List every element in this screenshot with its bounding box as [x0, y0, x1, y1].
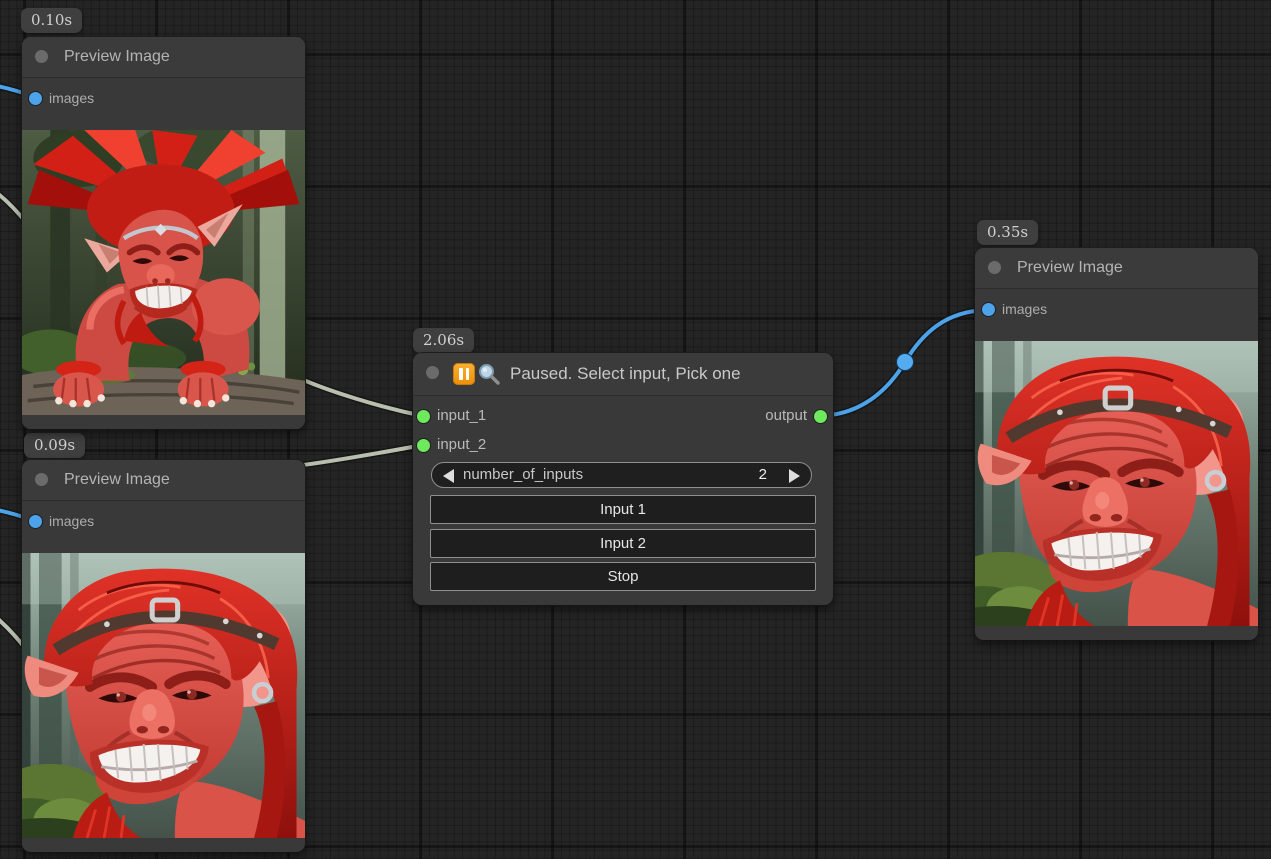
decrement-arrow-icon[interactable] [443, 469, 454, 483]
preview-image[interactable] [22, 130, 305, 415]
input-2-button[interactable]: Input 2 [430, 529, 816, 558]
preview-image[interactable] [22, 553, 305, 838]
node-graph-canvas[interactable]: 0.10s 0.09s 2.06s 0.35s Preview Image im… [0, 0, 1271, 859]
input-slot-label: input_2 [437, 436, 486, 453]
node-pick-one[interactable]: Paused. Select input, Pick one input_1 i… [413, 353, 833, 605]
node-preview-image-2[interactable]: Preview Image images [22, 460, 305, 852]
node-preview-image-1[interactable]: Preview Image images [22, 37, 305, 429]
input-slot-label: input_1 [437, 407, 486, 424]
input-1-button[interactable]: Input 1 [430, 495, 816, 524]
node-header[interactable]: Preview Image [22, 37, 305, 78]
execution-time-badge: 0.35s [977, 220, 1038, 245]
execution-time-badge: 0.10s [21, 8, 82, 33]
node-header[interactable]: Paused. Select input, Pick one [413, 353, 833, 396]
execution-time-badge: 0.09s [24, 433, 85, 458]
pause-icon [453, 363, 475, 385]
node-status-dot[interactable] [426, 366, 439, 379]
input-slot-input_1[interactable] [417, 410, 430, 423]
output-slot-output[interactable] [814, 410, 827, 423]
node-header[interactable]: Preview Image [975, 248, 1258, 289]
node-title: Preview Image [64, 37, 170, 77]
node-preview-image-3[interactable]: Preview Image images [975, 248, 1258, 640]
input-slot-label: images [1002, 301, 1047, 317]
node-footer [22, 838, 305, 852]
input-slot-images[interactable] [29, 515, 42, 528]
node-title: Paused. Select input, Pick one [510, 353, 741, 395]
node-title: Preview Image [64, 460, 170, 500]
preview-image[interactable] [975, 341, 1258, 626]
node-footer [975, 626, 1258, 640]
input-slot-label: images [49, 90, 94, 106]
node-header[interactable]: Preview Image [22, 460, 305, 501]
number-of-inputs-widget[interactable]: number_of_inputs 2 [431, 462, 812, 488]
output-slot-label: output [765, 407, 807, 424]
input-slot-label: images [49, 513, 94, 529]
node-status-dot[interactable] [988, 261, 1001, 274]
link-midpoint-dot[interactable] [897, 354, 914, 371]
execution-time-badge: 2.06s [413, 328, 474, 353]
node-status-dot[interactable] [35, 473, 48, 486]
node-status-dot[interactable] [35, 50, 48, 63]
magnifier-icon [477, 362, 501, 386]
node-title: Preview Image [1017, 248, 1123, 288]
increment-arrow-icon[interactable] [789, 469, 800, 483]
input-slot-images[interactable] [982, 303, 995, 316]
input-slot-input_2[interactable] [417, 439, 430, 452]
widget-label: number_of_inputs [463, 463, 583, 487]
node-footer [22, 415, 305, 429]
widget-value[interactable]: 2 [759, 463, 767, 487]
stop-button[interactable]: Stop [430, 562, 816, 591]
input-slot-images[interactable] [29, 92, 42, 105]
